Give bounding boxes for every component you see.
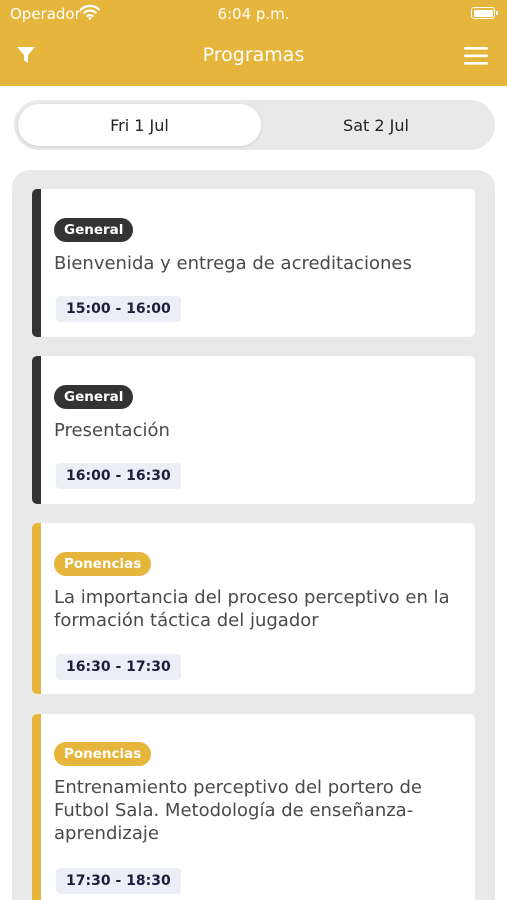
status-bar: Operador 6:04 p.m. — [0, 0, 507, 28]
session-time: 17:30 - 18:30 — [56, 868, 181, 894]
session-title: La importancia del proceso perceptivo en… — [54, 587, 450, 631]
tab-fri-1-jul[interactable]: Fri 1 Jul — [18, 104, 261, 146]
category-badge: Ponencias — [54, 742, 152, 766]
menu-button[interactable] — [463, 45, 489, 67]
app-header: Operador 6:04 p.m. Programas — [0, 0, 507, 86]
session-time: 16:00 - 16:30 — [56, 463, 181, 489]
battery-icon — [471, 7, 498, 19]
session-title: Entrenamiento perceptivo del portero de … — [54, 777, 422, 844]
session-time: 15:00 - 16:00 — [56, 296, 181, 322]
tab-sat-2-jul[interactable]: Sat 2 Jul — [261, 104, 491, 146]
category-badge: General — [54, 385, 134, 409]
session-time: 16:30 - 17:30 — [56, 654, 181, 680]
category-bar — [32, 189, 41, 337]
session-title: Bienvenida y entrega de acreditaciones — [54, 253, 412, 274]
session-card[interactable]: Ponencias Entrenamiento perceptivo del p… — [32, 714, 475, 900]
category-bar — [32, 356, 41, 504]
category-bar — [32, 714, 41, 900]
status-time: 6:04 p.m. — [217, 5, 290, 23]
category-badge: Ponencias — [54, 552, 152, 576]
hamburger-menu-icon — [464, 47, 488, 65]
date-tabs: Fri 1 Jul Sat 2 Jul — [14, 100, 495, 150]
session-title: Presentación — [54, 420, 170, 441]
session-card[interactable]: General Presentación 16:00 - 16:30 — [32, 356, 475, 504]
session-list: General Bienvenida y entrega de acredita… — [12, 170, 495, 900]
category-bar — [32, 523, 41, 694]
session-card[interactable]: General Bienvenida y entrega de acredita… — [32, 189, 475, 337]
session-card[interactable]: Ponencias La importancia del proceso per… — [32, 523, 475, 694]
page-title: Programas — [202, 44, 305, 66]
category-badge: General — [54, 218, 134, 242]
